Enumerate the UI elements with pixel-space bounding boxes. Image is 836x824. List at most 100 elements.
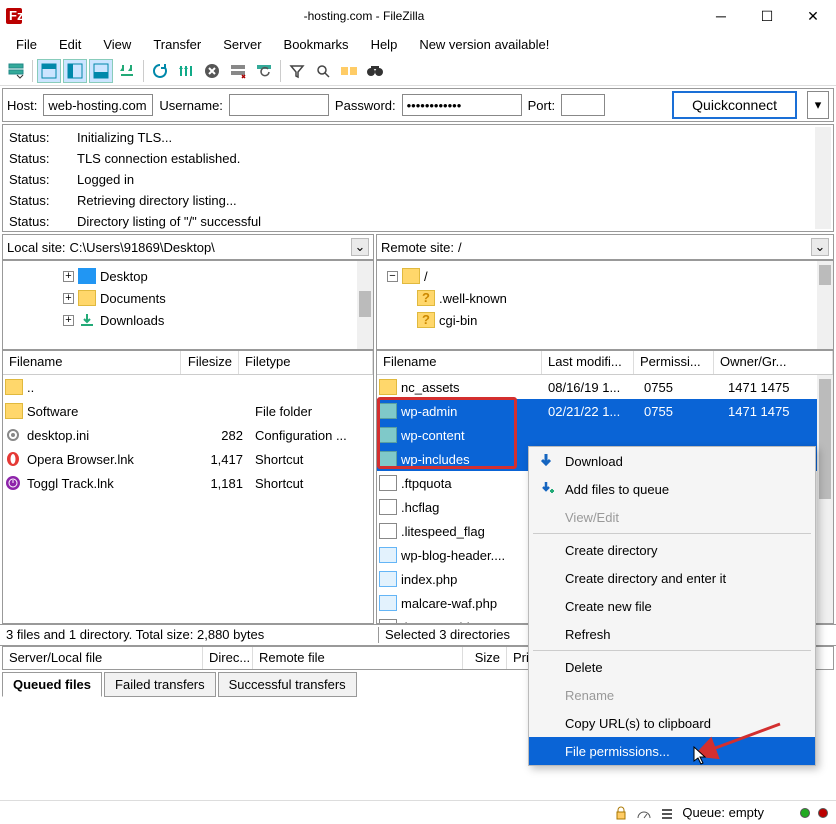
tree-scrollbar[interactable] xyxy=(357,261,373,349)
binoculars-icon[interactable] xyxy=(363,59,387,83)
status-dot-green xyxy=(800,808,810,818)
filter-icon[interactable] xyxy=(285,59,309,83)
menu-edit[interactable]: Edit xyxy=(49,35,91,54)
collapse-icon[interactable]: − xyxy=(387,271,398,282)
port-input[interactable] xyxy=(561,94,605,116)
expand-icon[interactable]: + xyxy=(63,315,74,326)
toggle-queue-icon[interactable] xyxy=(115,59,139,83)
tree-node[interactable]: Desktop xyxy=(100,269,148,284)
col-filename[interactable]: Filename xyxy=(3,351,181,374)
ctx-copy-url[interactable]: Copy URL(s) to clipboard xyxy=(529,709,815,737)
menu-transfer[interactable]: Transfer xyxy=(143,35,211,54)
remote-path-input[interactable] xyxy=(458,240,807,255)
speed-icon[interactable] xyxy=(636,806,652,820)
file-name: wp-includes xyxy=(401,452,544,467)
host-input[interactable] xyxy=(43,94,153,116)
disconnect-icon[interactable] xyxy=(226,59,250,83)
toggle-remote-tree-icon[interactable] xyxy=(89,59,113,83)
menu-file[interactable]: File xyxy=(6,35,47,54)
col-remote-file[interactable]: Remote file xyxy=(253,647,463,669)
expand-icon[interactable]: + xyxy=(63,293,74,304)
toolbar xyxy=(0,56,836,86)
file-permissions: 0755 xyxy=(644,380,724,395)
local-path-input[interactable] xyxy=(70,240,347,255)
folder-icon xyxy=(379,427,397,443)
file-row[interactable]: nc_assets08/16/19 1...07551471 1475 xyxy=(377,375,833,399)
tab-queued[interactable]: Queued files xyxy=(2,672,102,697)
ctx-create-dir-enter[interactable]: Create directory and enter it xyxy=(529,564,815,592)
col-owner[interactable]: Owner/Gr... xyxy=(714,351,833,374)
file-scrollbar[interactable] xyxy=(817,375,833,623)
password-input[interactable] xyxy=(402,94,522,116)
menu-bookmarks[interactable]: Bookmarks xyxy=(274,35,359,54)
process-queue-icon[interactable] xyxy=(174,59,198,83)
tab-successful[interactable]: Successful transfers xyxy=(218,672,357,697)
maximize-button[interactable]: ☐ xyxy=(744,0,790,32)
context-menu: Download Add files to queue View/Edit Cr… xyxy=(528,446,816,766)
tree-node[interactable]: cgi-bin xyxy=(439,313,477,328)
file-row[interactable]: .. xyxy=(3,375,373,399)
cancel-icon[interactable] xyxy=(200,59,224,83)
remote-path-dropdown[interactable]: ⌄ xyxy=(811,238,829,256)
tree-node[interactable]: Downloads xyxy=(100,313,164,328)
remote-tree[interactable]: −/ ?.well-known ?cgi-bin xyxy=(376,260,834,350)
file-name: wp-admin xyxy=(401,404,544,419)
ctx-create-file[interactable]: Create new file xyxy=(529,592,815,620)
ctx-delete[interactable]: Delete xyxy=(529,653,815,681)
local-tree[interactable]: + Desktop + Documents + Downloads xyxy=(2,260,374,350)
menu-new-version[interactable]: New version available! xyxy=(409,35,559,54)
search-icon[interactable] xyxy=(311,59,335,83)
local-file-list[interactable]: Filename Filesize Filetype ..SoftwareFil… xyxy=(2,350,374,624)
remote-site-label: Remote site: xyxy=(381,240,454,255)
ctx-download[interactable]: Download xyxy=(529,447,815,475)
sitemanager-icon[interactable] xyxy=(4,59,28,83)
toggl-icon xyxy=(5,475,23,491)
reconnect-icon[interactable] xyxy=(252,59,276,83)
php-icon xyxy=(379,547,397,563)
username-input[interactable] xyxy=(229,94,329,116)
col-permissions[interactable]: Permissi... xyxy=(634,351,714,374)
ctx-refresh[interactable]: Refresh xyxy=(529,620,815,648)
tree-scrollbar[interactable] xyxy=(817,261,833,349)
tree-node[interactable]: .well-known xyxy=(439,291,507,306)
file-row[interactable]: Toggl Track.lnk1,181Shortcut xyxy=(3,471,373,495)
ctx-file-permissions[interactable]: File permissions... xyxy=(529,737,815,765)
log-scrollbar[interactable] xyxy=(815,127,831,229)
file-row[interactable]: desktop.ini282Configuration ... xyxy=(3,423,373,447)
ctx-add-queue[interactable]: Add files to queue xyxy=(529,475,815,503)
menu-help[interactable]: Help xyxy=(361,35,408,54)
file-owner: 1471 1475 xyxy=(728,404,789,419)
refresh-icon[interactable] xyxy=(148,59,172,83)
menu-server[interactable]: Server xyxy=(213,35,271,54)
quickconnect-button[interactable]: Quickconnect xyxy=(672,91,797,119)
col-filename[interactable]: Filename xyxy=(377,351,542,374)
close-button[interactable]: ✕ xyxy=(790,0,836,32)
folder-icon xyxy=(379,379,397,395)
menu-view[interactable]: View xyxy=(93,35,141,54)
compare-icon[interactable] xyxy=(337,59,361,83)
local-path-dropdown[interactable]: ⌄ xyxy=(351,238,369,256)
folder-icon xyxy=(379,403,397,419)
ctx-create-dir[interactable]: Create directory xyxy=(529,536,815,564)
minimize-button[interactable]: ─ xyxy=(698,0,744,32)
file-row[interactable]: wp-admin02/21/22 1...07551471 1475 xyxy=(377,399,833,423)
file-name: .ftpquota xyxy=(401,476,544,491)
col-filesize[interactable]: Filesize xyxy=(181,351,239,374)
file-row[interactable]: SoftwareFile folder xyxy=(3,399,373,423)
col-server-local[interactable]: Server/Local file xyxy=(3,647,203,669)
log-label: Status: xyxy=(9,127,67,148)
file-row[interactable]: wp-content xyxy=(377,423,833,447)
expand-icon[interactable]: + xyxy=(63,271,74,282)
tree-node[interactable]: / xyxy=(424,269,428,284)
file-row[interactable]: Opera Browser.lnk1,417Shortcut xyxy=(3,447,373,471)
tree-node[interactable]: Documents xyxy=(100,291,166,306)
col-filetype[interactable]: Filetype xyxy=(239,351,373,374)
download-icon xyxy=(78,312,96,328)
quickconnect-dropdown[interactable]: ▾ xyxy=(807,91,829,119)
col-direction[interactable]: Direc... xyxy=(203,647,253,669)
toggle-tree-icon[interactable] xyxy=(63,59,87,83)
col-size[interactable]: Size xyxy=(463,647,507,669)
tab-failed[interactable]: Failed transfers xyxy=(104,672,216,697)
toggle-log-icon[interactable] xyxy=(37,59,61,83)
col-modified[interactable]: Last modifi... xyxy=(542,351,634,374)
